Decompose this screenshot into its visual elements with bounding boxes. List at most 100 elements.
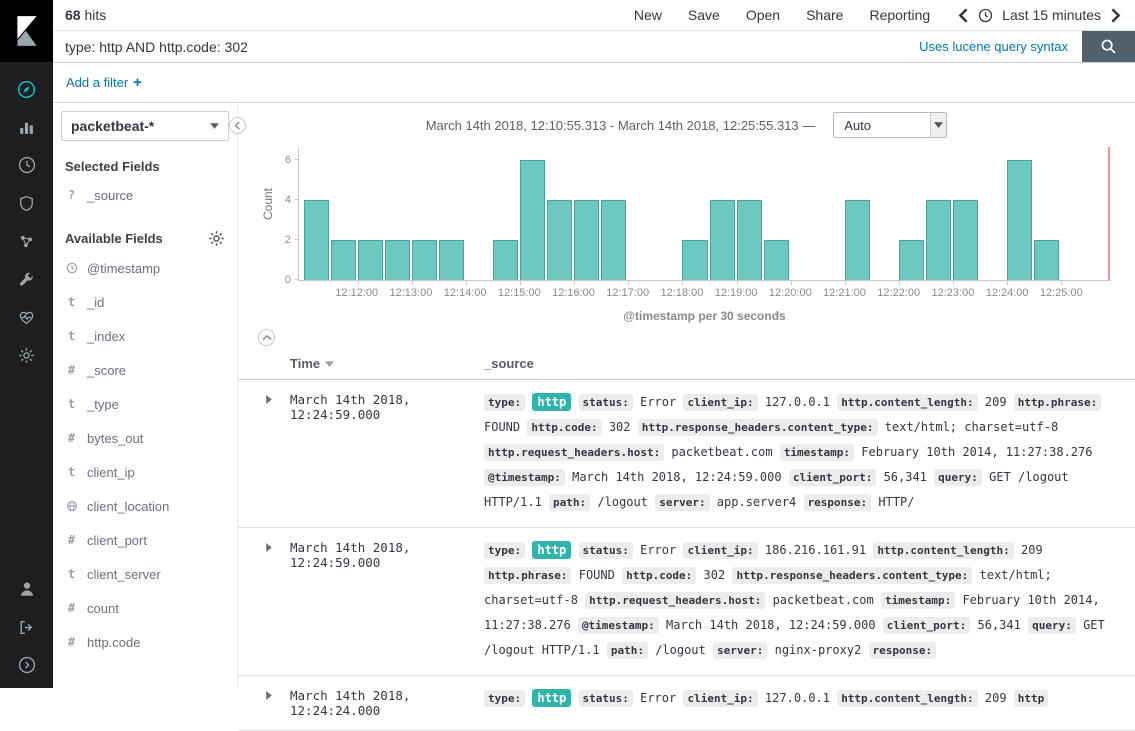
nav-dev-tools-item[interactable]: [0, 260, 53, 298]
field-settings-gear-icon[interactable]: [208, 230, 225, 247]
table-row[interactable]: March 14th 2018, 12:24:59.000type: http …: [238, 380, 1135, 528]
hits-label: hits: [84, 7, 106, 23]
histogram-bar[interactable]: [439, 240, 464, 280]
table-row[interactable]: March 14th 2018, 12:24:24.000type: http …: [238, 676, 1135, 731]
lucene-syntax-link[interactable]: Uses lucene query syntax: [919, 39, 1068, 54]
menu-share[interactable]: Share: [806, 7, 843, 23]
histogram-bar[interactable]: [682, 240, 707, 280]
field-key: @timestamp:: [578, 617, 659, 634]
field-item-http.code[interactable]: #http.code: [61, 625, 229, 659]
field-value: 56,341: [884, 470, 927, 484]
field-item-bytes_out[interactable]: #bytes_out: [61, 421, 229, 455]
histogram-bar[interactable]: [358, 240, 383, 280]
field-item-@timestamp[interactable]: @timestamp: [61, 251, 229, 285]
time-picker-label[interactable]: Last 15 minutes: [1002, 7, 1101, 23]
field-value: Error: [640, 543, 676, 557]
field-item-_type[interactable]: t_type: [61, 387, 229, 421]
nav-security-item[interactable]: [0, 184, 53, 222]
table-header: Time _source: [238, 348, 1135, 380]
histogram-bar[interactable]: [385, 240, 410, 280]
field-item-_source[interactable]: ?_source: [61, 178, 229, 212]
menu-save[interactable]: Save: [688, 7, 720, 23]
nav-account-item[interactable]: [0, 570, 53, 608]
histogram-bar[interactable]: [493, 240, 518, 280]
histogram-bar[interactable]: [710, 200, 735, 280]
field-item-client_port[interactable]: #client_port: [61, 523, 229, 557]
nav-discover-item[interactable]: [0, 70, 53, 108]
collapse-histogram-button[interactable]: [258, 329, 275, 346]
time-column-header[interactable]: Time: [238, 356, 484, 371]
histogram-bar[interactable]: [331, 240, 356, 280]
page: 68 hits New Save Open Share Reporting Last 1…: [53, 0, 1135, 688]
kibana-logo[interactable]: [0, 0, 53, 62]
field-value: 186.216.161.91: [765, 543, 866, 557]
field-item-client_ip[interactable]: tclient_ip: [61, 455, 229, 489]
x-axis-caption: @timestamp per 30 seconds: [298, 309, 1111, 323]
field-name: @timestamp: [87, 261, 160, 276]
expand-row-icon[interactable]: [266, 691, 272, 700]
nav-visualize-item[interactable]: [0, 108, 53, 146]
time-back-button[interactable]: [958, 8, 969, 23]
collapse-sidebar-button[interactable]: [229, 117, 246, 134]
histogram-bar[interactable]: [547, 200, 572, 280]
x-tick-label: 12:16:00: [552, 287, 595, 299]
expand-row-icon[interactable]: [266, 543, 272, 552]
histogram-bar[interactable]: [737, 200, 762, 280]
histogram-bar[interactable]: [764, 240, 789, 280]
x-tick-label: 12:24:00: [986, 287, 1029, 299]
histogram-bar[interactable]: [520, 160, 545, 280]
field-key: response:: [869, 642, 937, 659]
nav-collapse-nav-item[interactable]: [0, 646, 53, 684]
histogram-chart: Count 0246 12:12:0012:13:0012:14:0012:15…: [298, 147, 1111, 299]
histogram-bar[interactable]: [574, 200, 599, 280]
histogram-bar[interactable]: [412, 240, 437, 280]
nav-monitoring-item[interactable]: [0, 298, 53, 336]
y-tick-label: 4: [285, 194, 291, 206]
interval-select[interactable]: Auto: [833, 112, 947, 138]
field-item-_index[interactable]: t_index: [61, 319, 229, 353]
field-item-client_server[interactable]: tclient_server: [61, 557, 229, 591]
histogram-bar[interactable]: [845, 200, 870, 280]
field-item-count[interactable]: #count: [61, 591, 229, 625]
field-value: /logout: [655, 643, 706, 657]
table-row[interactable]: March 14th 2018, 12:24:59.000type: http …: [238, 528, 1135, 676]
hits-count: 68 hits: [65, 7, 106, 23]
field-value: 302: [704, 568, 726, 582]
field-name: _index: [87, 329, 125, 344]
histogram-bar[interactable]: [953, 200, 978, 280]
field-item-client_location[interactable]: client_location: [61, 489, 229, 523]
histogram-bar[interactable]: [601, 200, 626, 280]
field-value: 56,341: [978, 618, 1021, 632]
nav-graph-item[interactable]: [0, 222, 53, 260]
nav-management-item[interactable]: [0, 336, 53, 374]
field-item-_score[interactable]: #_score: [61, 353, 229, 387]
time-forward-button[interactable]: [1110, 8, 1121, 23]
field-value: 209: [985, 395, 1007, 409]
search-button[interactable]: [1082, 31, 1135, 62]
field-key: status:: [579, 690, 633, 707]
nav-logout-item[interactable]: [0, 608, 53, 646]
range-dash: —: [802, 118, 815, 133]
field-item-_id[interactable]: t_id: [61, 285, 229, 319]
expand-row-icon[interactable]: [266, 395, 272, 404]
menu-reporting[interactable]: Reporting: [869, 7, 930, 23]
histogram-bar[interactable]: [899, 240, 924, 280]
search-input[interactable]: [53, 31, 919, 62]
menu-open[interactable]: Open: [746, 7, 780, 23]
nav-timelion-item[interactable]: [0, 146, 53, 184]
field-value: HTTP/: [878, 495, 914, 509]
field-value: packetbeat.com: [773, 593, 874, 607]
doc-timestamp: March 14th 2018, 12:24:24.000: [238, 686, 484, 718]
histogram-bar[interactable]: [304, 200, 329, 280]
histogram-bar[interactable]: [926, 200, 951, 280]
add-filter-link[interactable]: Add a filter +: [66, 74, 142, 91]
index-pattern-selector[interactable]: packetbeat-*: [61, 111, 229, 141]
index-pattern-label: packetbeat-*: [71, 118, 154, 134]
field-name: client_ip: [87, 465, 135, 480]
menu-new[interactable]: New: [634, 7, 662, 23]
field-key: http.content_length:: [837, 394, 977, 411]
histogram-bar[interactable]: [1034, 240, 1059, 280]
field-key: server:: [655, 494, 709, 511]
histogram-bar[interactable]: [1007, 160, 1032, 280]
field-key: http.content_length:: [873, 542, 1013, 559]
